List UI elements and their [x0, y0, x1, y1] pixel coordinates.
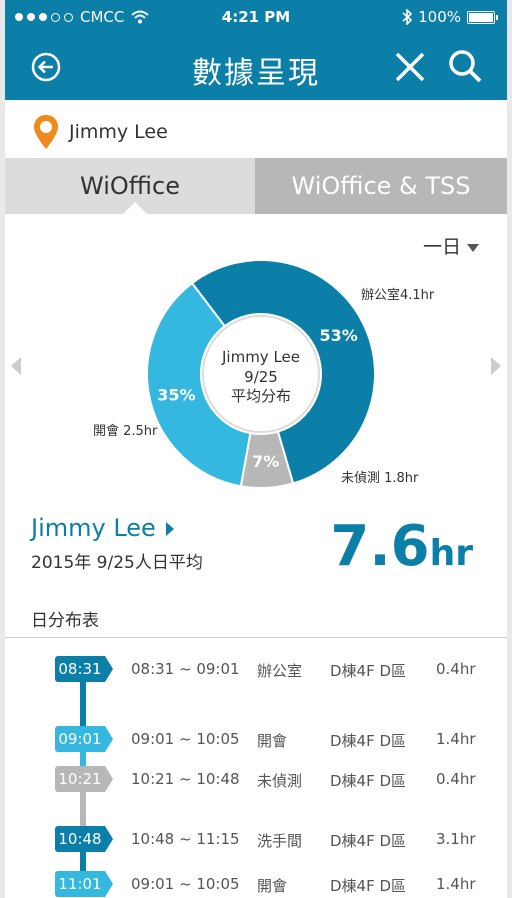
summary-unit: hr — [429, 533, 473, 574]
chart-center-date: 9/25 — [244, 368, 278, 386]
schedule-row[interactable]: 10:48 10:48 ~ 11:15 洗手間 D棟4F D區 3.1hr — [5, 826, 507, 854]
summary-user-name: Jimmy Lee — [31, 514, 156, 542]
bluetooth-icon — [402, 9, 413, 25]
slice-percent-label: 7% — [252, 452, 279, 471]
status-bar: CMCC 4:21 PM 100% — [5, 8, 507, 30]
duration: 1.4hr — [436, 730, 476, 748]
summary-user[interactable]: Jimmy Lee — [31, 514, 174, 542]
app-screen: CMCC 4:21 PM 100% 數據呈現 Jimmy Lee WiOffic… — [5, 0, 507, 898]
time-range: 10:21 ~ 10:48 — [131, 770, 240, 788]
duration: 0.4hr — [436, 770, 476, 788]
activity-name: 洗手間 — [257, 832, 303, 850]
slice-percent-label: 53% — [320, 326, 358, 345]
location: D棟4F D區 — [330, 832, 407, 850]
time-tag: 10:21 — [55, 766, 113, 792]
location: D棟4F D區 — [330, 732, 407, 750]
location-pin-icon — [34, 115, 58, 149]
time-tag-label: 11:01 — [58, 875, 102, 893]
duration: 1.4hr — [436, 875, 476, 893]
location: D棟4F D區 — [330, 772, 407, 790]
time-range: 09:01 ~ 10:05 — [131, 875, 240, 893]
status-right: 100% — [402, 8, 498, 26]
time-tag: 08:31 — [55, 656, 113, 682]
activity-name: 未偵測 — [257, 772, 303, 790]
active-tab-indicator — [123, 202, 147, 214]
slice-percent-label: 35% — [157, 385, 195, 404]
schedule-row[interactable]: 09:01 09:01 ~ 10:05 開會 D棟4F D區 1.4hr — [5, 726, 507, 754]
battery-percent: 100% — [418, 8, 461, 26]
duration: 3.1hr — [436, 830, 476, 848]
close-button[interactable] — [393, 50, 427, 84]
time-tag-label: 09:01 — [58, 730, 102, 748]
time-tag-label: 10:21 — [58, 770, 102, 788]
chart-center-caption: 平均分布 — [231, 387, 291, 405]
summary-total: 7.6hr — [330, 514, 473, 579]
tab-bar: WiOffice WiOffice & TSS — [5, 158, 507, 214]
time-tag-label: 10:48 — [58, 830, 102, 848]
divider — [5, 637, 507, 638]
slice-name-meeting: 開會 2.5hr — [93, 424, 158, 439]
time-range: 10:48 ~ 11:15 — [131, 830, 240, 848]
chevron-right-icon — [165, 522, 174, 536]
activity-name: 開會 — [257, 732, 288, 750]
tab-wioffice-tss[interactable]: WiOffice & TSS — [255, 158, 507, 214]
schedule-row[interactable]: 10:21 10:21 ~ 10:48 未偵測 D棟4F D區 0.4hr — [5, 766, 507, 794]
top-bar: CMCC 4:21 PM 100% 數據呈現 — [5, 0, 507, 100]
slice-name-office: 辦公室4.1hr — [361, 287, 435, 303]
location: D棟4F D區 — [330, 877, 407, 895]
schedule-row[interactable]: 11:01 09:01 ~ 10:05 開會 D棟4F D區 1.4hr — [5, 871, 507, 898]
summary-date: 2015年 9/25人日平均 — [31, 553, 203, 573]
slice-name-undetected: 未偵測 1.8hr — [341, 471, 419, 486]
time-tag: 11:01 — [55, 871, 113, 897]
activity-name: 辦公室 — [257, 662, 303, 680]
page-title: 數據呈現 — [192, 56, 320, 91]
schedule-row[interactable]: 08:31 08:31 ~ 09:01 辦公室 D棟4F D區 0.4hr — [5, 656, 507, 684]
donut-chart: 53% 7% 35% Jimmy Lee 9/25 平均分布 辦公室4.1hr 未偵… — [93, 259, 435, 489]
time-tag: 09:01 — [55, 726, 113, 752]
chart-center-name: Jimmy Lee — [221, 348, 300, 366]
schedule-title: 日分布表 — [31, 611, 99, 631]
user-name: Jimmy Lee — [69, 121, 168, 143]
search-button[interactable] — [447, 48, 483, 84]
location: D棟4F D區 — [330, 662, 407, 680]
activity-name: 開會 — [257, 877, 288, 895]
time-range: 08:31 ~ 09:01 — [131, 660, 240, 678]
battery-icon — [467, 10, 498, 24]
time-tag: 10:48 — [55, 826, 113, 852]
time-range: 09:01 ~ 10:05 — [131, 730, 240, 748]
duration: 0.4hr — [436, 660, 476, 678]
time-tag-label: 08:31 — [58, 660, 102, 678]
summary-value: 7.6 — [330, 514, 430, 579]
